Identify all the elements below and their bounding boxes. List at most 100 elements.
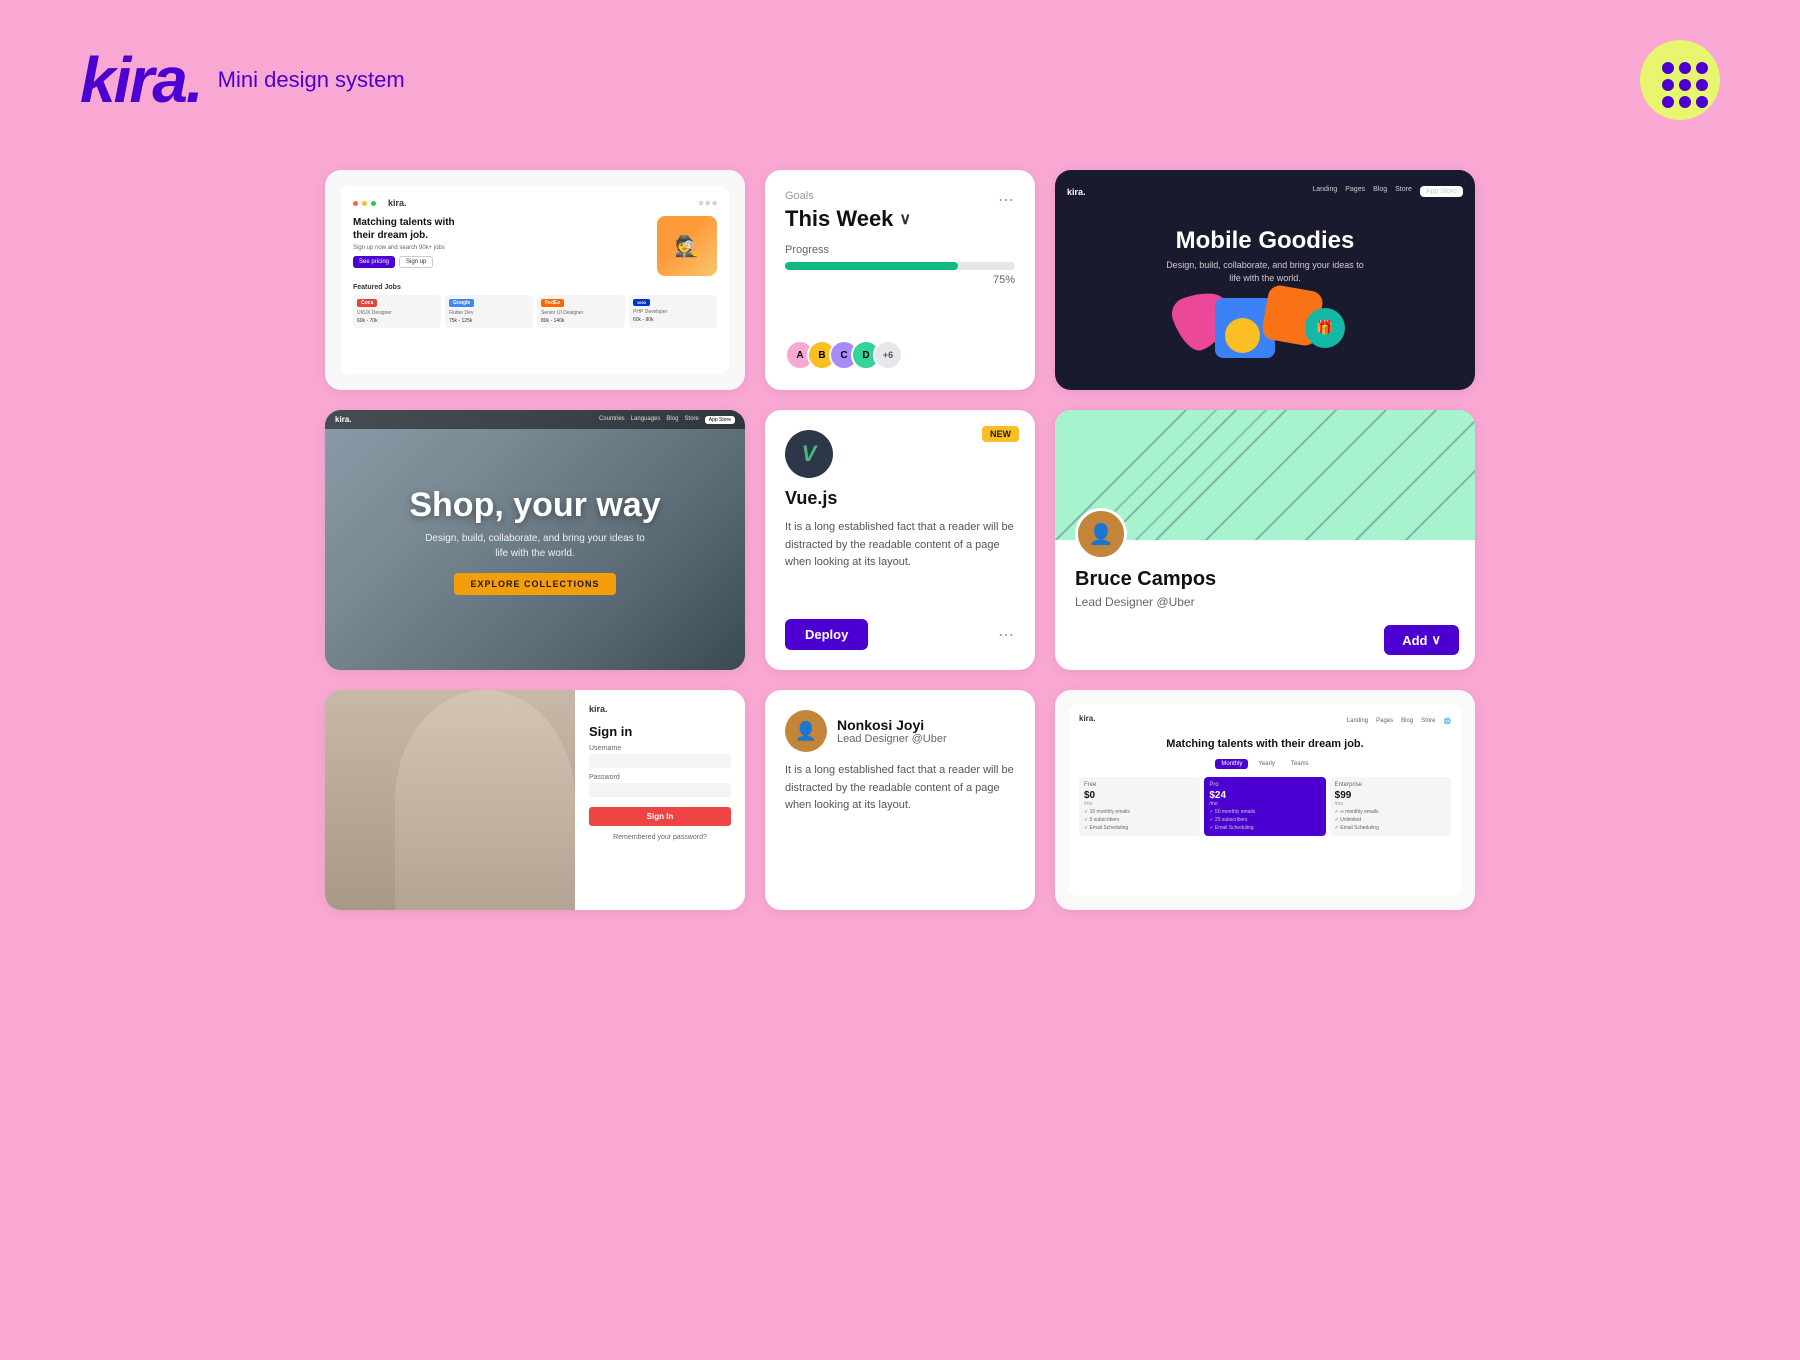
job-role-2: Flutter Dev: [449, 310, 529, 316]
logo: kira.: [80, 48, 202, 112]
mobile-shapes: 🎁: [1165, 293, 1365, 363]
dot-5: [1679, 79, 1691, 91]
more-options-icon[interactable]: ⋯: [998, 190, 1015, 210]
chevron-down-icon: ∨: [899, 209, 911, 229]
main-grid: kira. ⊕ ⊕ ⊕ Matching talents with their …: [0, 150, 1800, 950]
vue-desc: It is a long established fact that a rea…: [785, 519, 1015, 609]
job-hero-text: Matching talents with their dream job. S…: [353, 216, 463, 268]
mobile-nav-store: Store: [1395, 186, 1412, 197]
company-badge-2: Google: [449, 299, 474, 307]
plan-pro-period: /mo: [1209, 801, 1320, 807]
bruce-image-area: 👤: [1055, 410, 1475, 540]
progress-bar-bg: [785, 262, 1015, 270]
mobile-app-store-btn[interactable]: App Store: [1420, 186, 1463, 197]
vue-v-icon: V: [802, 441, 817, 467]
company-badge-4: 1000: [633, 299, 650, 306]
bruce-avatar: 👤: [1075, 508, 1127, 560]
pricing-nav-landing: Landing: [1347, 718, 1368, 725]
shop-explore-btn[interactable]: EXPLORE COLLECTIONS: [454, 573, 615, 595]
mobile-goodies-subtitle: Design, build, collaborate, and bring yo…: [1165, 259, 1365, 284]
plan-pro-name: Pro: [1209, 782, 1320, 788]
job-brand: kira.: [388, 198, 407, 208]
grid-menu-button[interactable]: [1640, 40, 1720, 120]
dot-6: [1696, 79, 1708, 91]
pricing-browser: kira. Landing Pages Blog Store 🌐 Matchin…: [1069, 704, 1461, 896]
job-salary-4: 60k - 90k: [633, 317, 713, 323]
signin-password-field: Password: [589, 774, 731, 797]
plan-free-feature-3: ✓ Email Scheduling: [1084, 825, 1195, 831]
dot-8: [1679, 96, 1691, 108]
job-hero-illustration: 🕵️: [657, 216, 717, 276]
header: kira. Mini design system: [0, 0, 1800, 150]
job-pricing-btn[interactable]: See pricing: [353, 256, 395, 268]
pricing-nav-store: Store: [1421, 718, 1435, 725]
toggle-monthly[interactable]: Monthly: [1215, 759, 1248, 769]
job-card-1: Coca UI/UX Designer 60k - 70k: [353, 295, 441, 328]
nonkosi-info: Nonkosi Joyi Lead Designer @Uber: [837, 717, 947, 745]
goals-week[interactable]: This Week ∨: [785, 206, 911, 232]
grid-dots-icon: [1662, 62, 1698, 98]
mobile-nav-blog: Blog: [1373, 186, 1387, 197]
blob-yellow-sm: [1225, 318, 1260, 353]
card-pricing: kira. Landing Pages Blog Store 🌐 Matchin…: [1055, 690, 1475, 910]
job-signup-btn[interactable]: Sign up: [399, 256, 433, 268]
card-mobile-goodies: kira. Landing Pages Blog Store App Store…: [1055, 170, 1475, 390]
goals-week-text: This Week: [785, 206, 893, 232]
company-badge-1: Coca: [357, 299, 377, 307]
plan-pro: Pro $24 /mo ✓ 50 monthly emails ✓ 25 sub…: [1204, 777, 1325, 836]
card-nonkosi: 👤 Nonkosi Joyi Lead Designer @Uber It is…: [765, 690, 1035, 910]
signin-photo: [325, 690, 575, 910]
bruce-role: Lead Designer @Uber: [1075, 595, 1455, 609]
jobs-grid: Coca UI/UX Designer 60k - 70k Google Flu…: [353, 295, 717, 328]
plan-pro-feature-1: ✓ 50 monthly emails: [1209, 809, 1320, 815]
signin-username-input[interactable]: [589, 754, 731, 768]
job-hero: Matching talents with their dream job. S…: [353, 216, 717, 276]
dot-9: [1696, 96, 1708, 108]
job-hero-title: Matching talents with their dream job.: [353, 216, 463, 242]
progress-bar-fill: [785, 262, 958, 270]
toggle-teams[interactable]: Teams: [1285, 759, 1315, 769]
grid-line-8: [1395, 410, 1475, 540]
bruce-name: Bruce Campos: [1075, 568, 1455, 591]
nonkosi-role: Lead Designer @Uber: [837, 733, 947, 745]
signin-submit-btn[interactable]: Sign In: [589, 807, 731, 826]
deploy-button[interactable]: Deploy: [785, 619, 868, 650]
card-vuejs: NEW V Vue.js It is a long established fa…: [765, 410, 1035, 670]
blob-teal: 🎁: [1305, 308, 1345, 348]
card-shop: kira. Countries Languages Blog Store App…: [325, 410, 745, 670]
plan-enterprise: Enterprise $99 /mo ✓ ∞ monthly emails ✓ …: [1330, 777, 1451, 836]
pricing-hero-title: Matching talents with their dream job.: [1079, 737, 1451, 751]
toggle-yearly[interactable]: Yearly: [1252, 759, 1280, 769]
shop-title: Shop, your way: [409, 486, 660, 525]
mobile-nav: Landing Pages Blog Store App Store: [1312, 186, 1463, 197]
signin-username-label: Username: [589, 745, 731, 752]
pricing-nav-pages: Pages: [1376, 718, 1393, 725]
more-options-icon-vue[interactable]: ⋯: [998, 625, 1015, 645]
plan-pro-feature-3: ✓ Email Scheduling: [1209, 825, 1320, 831]
signin-password-label: Password: [589, 774, 731, 781]
avatar-row: A B C D +6: [785, 340, 1015, 370]
plan-pro-feature-2: ✓ 25 subscribers: [1209, 817, 1320, 823]
job-role-3: Senior UI Designer: [541, 310, 621, 316]
signin-password-input[interactable]: [589, 783, 731, 797]
dot-1: [1662, 62, 1674, 74]
job-salary-2: 75k - 125k: [449, 318, 529, 324]
new-badge: NEW: [982, 426, 1019, 442]
signin-person-image: [325, 690, 575, 910]
plan-enterprise-price: $99: [1335, 790, 1446, 801]
card-signin: kira. Sign in Username Password Sign In …: [325, 690, 745, 910]
goals-header: Goals This Week ∨ ⋯: [785, 190, 1015, 232]
person-shape: [395, 690, 575, 910]
company-badge-3: FedEx: [541, 299, 564, 307]
vue-title: Vue.js: [785, 488, 1015, 509]
add-button[interactable]: Add ∨: [1384, 625, 1459, 655]
dot-2: [1679, 62, 1691, 74]
vue-footer: Deploy ⋯: [785, 619, 1015, 650]
plan-free-price: $0: [1084, 790, 1195, 801]
job-hero-buttons: See pricing Sign up: [353, 256, 463, 268]
nonkosi-desc: It is a long established fact that a rea…: [785, 762, 1015, 815]
nonkosi-name: Nonkosi Joyi: [837, 717, 947, 733]
signin-username-field: Username: [589, 745, 731, 768]
plan-free-name: Free: [1084, 782, 1195, 788]
job-card-2: Google Flutter Dev 75k - 125k: [445, 295, 533, 328]
